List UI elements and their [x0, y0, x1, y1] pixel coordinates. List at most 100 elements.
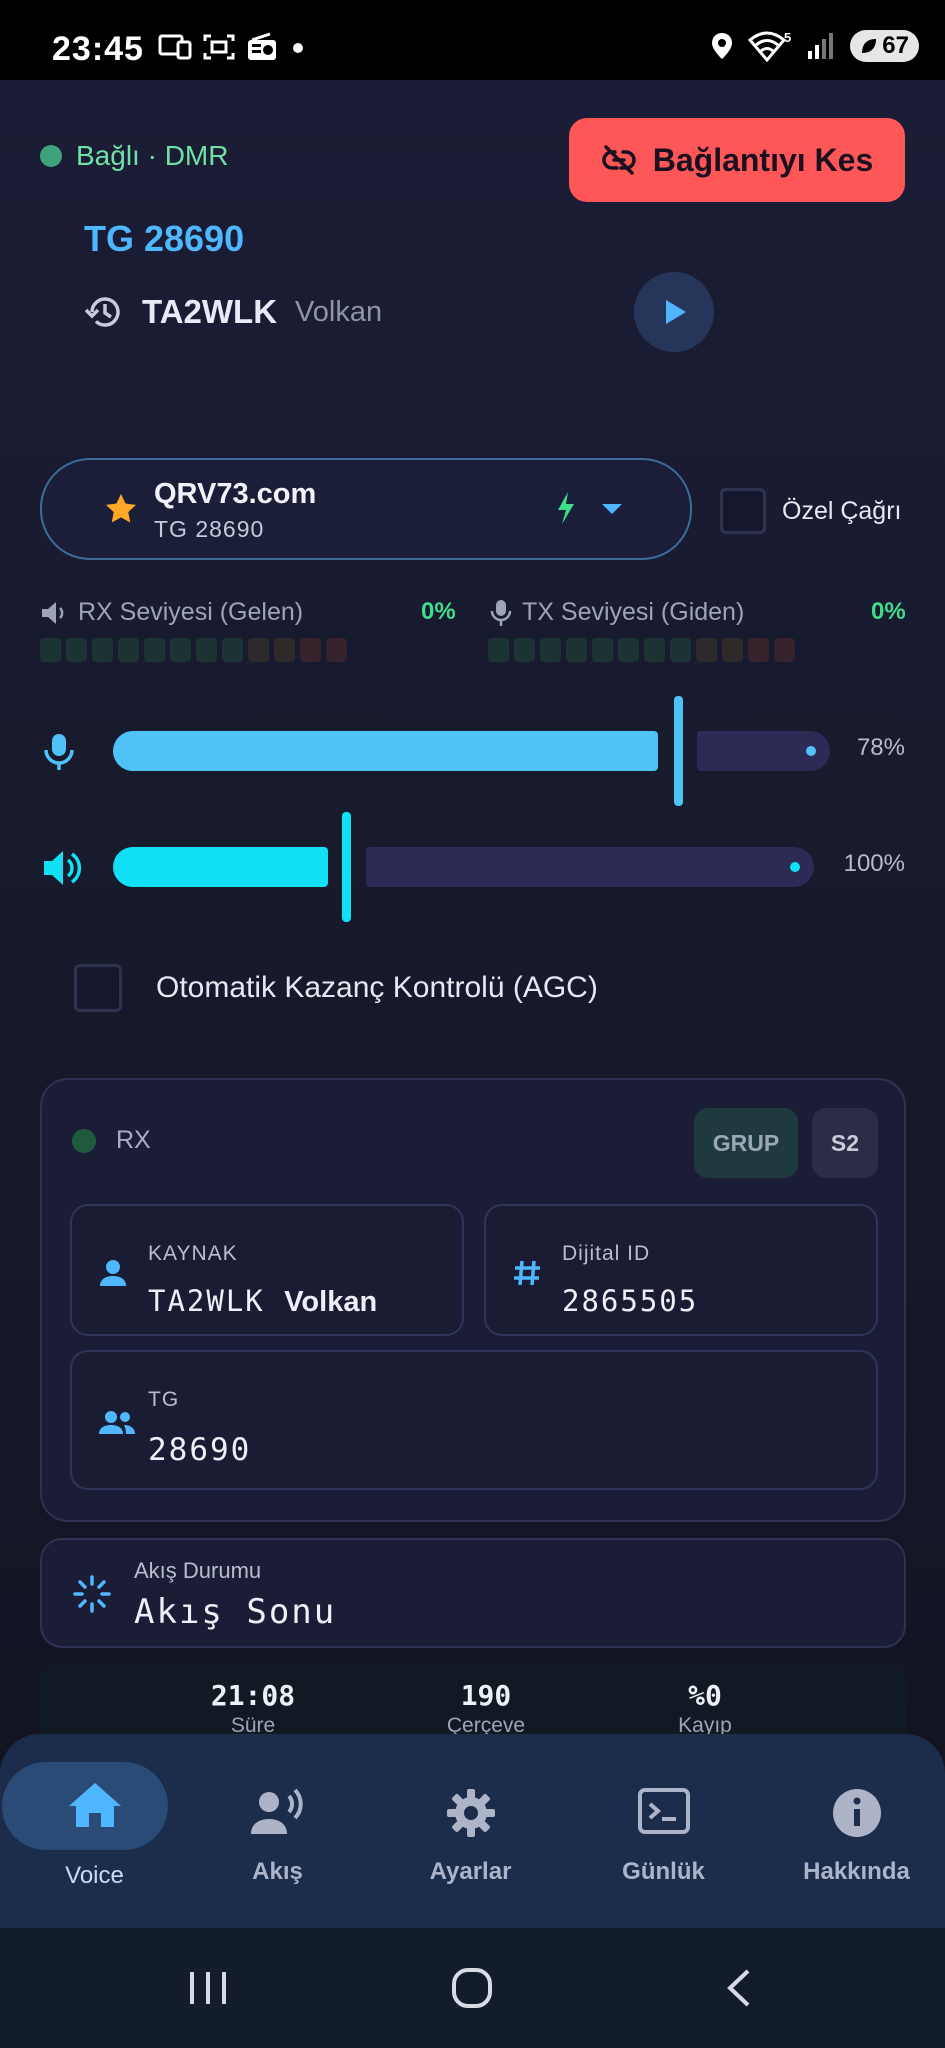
rx-status: RX: [72, 1126, 151, 1155]
meter-segment: [592, 638, 613, 662]
source-label: KAYNAK: [148, 1242, 238, 1265]
speaker-icon: [42, 601, 64, 624]
nav-settings[interactable]: Ayarlar: [376, 1734, 565, 1928]
nav-settings-label: Ayarlar: [429, 1858, 512, 1885]
meter-segment: [196, 638, 217, 662]
nav-log[interactable]: Günlük: [569, 1734, 758, 1928]
microphone-icon: [490, 599, 512, 626]
speaker-volume-slider[interactable]: 100%: [0, 812, 945, 922]
disconnect-label: Bağlantıyı Kes: [652, 141, 874, 178]
rx-label: RX: [116, 1126, 151, 1154]
radio-icon: [248, 32, 276, 60]
chevron-down-icon: [602, 504, 622, 514]
stat-loss: %0 Kayıp: [635, 1679, 775, 1738]
server-selector[interactable]: QRV73.com TG 28690: [40, 458, 692, 560]
talkgroup-label: TG: [148, 1388, 180, 1411]
microphone-icon: [44, 734, 74, 770]
agc-checkbox[interactable]: [74, 964, 122, 1012]
bolt-icon: [558, 492, 574, 524]
status-right-icons: 5 67: [710, 30, 919, 62]
status-time: 23:45: [52, 30, 144, 68]
slot-chip: S2: [812, 1108, 878, 1178]
home-circle-icon[interactable]: [450, 1968, 494, 2008]
meter-segment: [514, 638, 535, 662]
digital-id-field: Dijital ID 2865505: [484, 1204, 878, 1336]
source-value: TA2WLK Volkan: [148, 1284, 377, 1319]
talkgroup-value: 28690: [148, 1432, 252, 1468]
server-talkgroup: TG 28690: [154, 516, 265, 542]
talkgroup-field: TG 28690: [70, 1350, 878, 1490]
meter-segment: [618, 638, 639, 662]
connection-status: Bağlı · DMR: [40, 140, 228, 172]
speaker-slider-fill: [113, 847, 328, 887]
disconnect-button[interactable]: Bağlantıyı Kes: [569, 118, 905, 202]
meter-segment: [566, 638, 587, 662]
last-heard-row: TA2WLK Volkan: [84, 292, 382, 332]
meter-segment: [40, 638, 61, 662]
stream-status-card: Akış Durumu Akış Sonu: [40, 1538, 906, 1648]
stream-status-value: Akış Sonu: [134, 1592, 337, 1632]
battery-level: 67: [882, 32, 909, 59]
private-call-checkbox[interactable]: [720, 488, 766, 534]
nav-voice-label: Voice: [65, 1862, 124, 1889]
tx-level-value: 0%: [871, 598, 906, 625]
history-icon: [84, 297, 120, 327]
signal-icon: [808, 33, 834, 59]
info-icon: [832, 1789, 881, 1837]
nav-voice[interactable]: Voice: [0, 1734, 189, 1928]
rx-indicator-dot: [72, 1128, 96, 1153]
mic-slider-end: [806, 746, 816, 756]
speaker-slider-thumb[interactable]: [342, 812, 351, 922]
nav-stream[interactable]: Akış: [183, 1734, 372, 1928]
nav-log-label: Günlük: [622, 1858, 705, 1885]
stat-frames: 190 Çerçeve: [416, 1679, 556, 1738]
gear-icon: [446, 1789, 495, 1837]
stat-duration: 21:08 Süre: [183, 1679, 323, 1738]
mic-gain-value: 78%: [856, 734, 905, 761]
nav-about[interactable]: Hakkında: [762, 1734, 945, 1928]
meter-segment: [274, 638, 295, 662]
home-icon: [68, 1783, 121, 1827]
meter-segment: [66, 638, 87, 662]
person-icon: [100, 1260, 126, 1286]
speaker-icon: [44, 851, 82, 885]
person-voice-icon: [250, 1788, 303, 1834]
meter-segment: [144, 638, 165, 662]
digital-id-value: 2865505: [562, 1284, 699, 1318]
meter-segment: [644, 638, 665, 662]
rx-info-card: RX GRUP S2 KAYNAK TA2WLK Volkan Dijital …: [40, 1078, 906, 1522]
leaf-icon: [862, 39, 877, 53]
meter-segment: [748, 638, 769, 662]
source-field: KAYNAK TA2WLK Volkan: [70, 1204, 464, 1336]
agc-toggle[interactable]: Otomatik Kazanç Kontrolü (AGC): [74, 964, 598, 1012]
stream-status-label: Akış Durumu: [134, 1558, 262, 1583]
private-call-toggle[interactable]: Özel Çağrı: [720, 488, 901, 534]
link-off-icon: [602, 145, 636, 175]
talkgroup-title: TG 28690: [84, 218, 245, 259]
meter-segment: [92, 638, 113, 662]
cast-icon: [158, 34, 192, 60]
mic-gain-slider[interactable]: 78%: [0, 696, 945, 806]
stream-icon: [73, 1575, 111, 1613]
stat-frames-value: 190: [460, 1679, 512, 1712]
play-icon: [666, 300, 686, 324]
rx-level-meter: [40, 638, 347, 662]
play-button[interactable]: [634, 272, 714, 352]
server-name: QRV73.com: [154, 478, 317, 510]
meter-segment: [300, 638, 321, 662]
screenshot-icon: [203, 34, 235, 60]
meter-segment: [540, 638, 561, 662]
wifi-badge: 5: [784, 30, 791, 45]
voice-screen: Bağlı · DMR Bağlantıyı Kes TG 28690 TA2W…: [0, 80, 945, 1928]
recents-icon[interactable]: [186, 1968, 230, 2008]
connected-dot: [40, 145, 62, 167]
rx-level-value: 0%: [421, 598, 456, 625]
meter-segment: [722, 638, 743, 662]
wifi-icon: 5: [748, 30, 792, 62]
meter-segment: [696, 638, 717, 662]
mic-slider-thumb[interactable]: [674, 696, 683, 806]
rx-level-label: RX Seviyesi (Gelen): [78, 598, 304, 626]
meter-segment: [118, 638, 139, 662]
back-icon[interactable]: [720, 1968, 756, 2008]
stat-duration-value: 21:08: [210, 1679, 296, 1712]
